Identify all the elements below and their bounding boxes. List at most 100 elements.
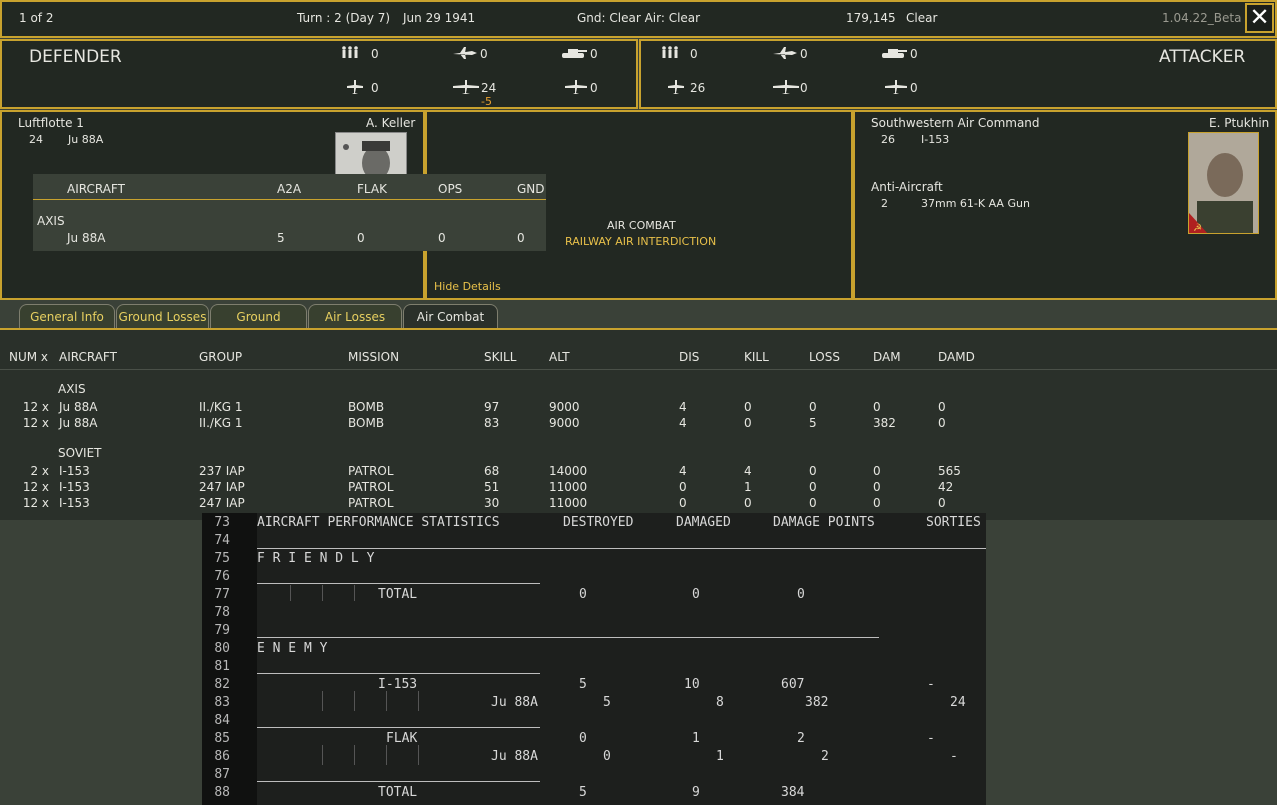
- turn-label: Turn : 2 (Day 7): [297, 11, 391, 25]
- grid-cell-dam: 0: [873, 480, 881, 494]
- enemy-flak-label: FLAK: [386, 731, 418, 746]
- tab-general-info[interactable]: General Info: [19, 304, 115, 328]
- line-number: 79: [214, 623, 230, 638]
- grid-cell-loss: 5: [809, 416, 817, 430]
- line-number: 85: [214, 731, 230, 746]
- grid-col-damd[interactable]: DAMD: [938, 350, 975, 364]
- grid-cell-aircraft[interactable]: Ju 88A: [59, 416, 97, 430]
- grid-col-aircraft[interactable]: AIRCRAFT: [59, 350, 117, 364]
- grid-col-mission[interactable]: MISSION: [348, 350, 399, 364]
- grid-cell-alt: 11000: [549, 496, 588, 510]
- row-flak: 0: [357, 231, 365, 245]
- grid-col-num[interactable]: NUM x: [9, 350, 48, 364]
- aa-icon: [347, 80, 363, 97]
- grid-cell-num: 12 x: [22, 480, 49, 494]
- grid-cell-num: 12 x: [22, 496, 49, 510]
- side-axis: AXIS: [37, 214, 65, 228]
- grid-cell-damd: 0: [938, 496, 946, 510]
- grid-cell-dis: 4: [679, 400, 687, 414]
- enemy-flak-destroyed: 0: [579, 731, 587, 746]
- right-command-name: Southwestern Air Command: [871, 116, 1040, 130]
- grid-cell-group[interactable]: 247 IAP: [199, 496, 245, 510]
- grid-col-group[interactable]: GROUP: [199, 350, 242, 364]
- grid-cell-aircraft[interactable]: I-153: [59, 496, 90, 510]
- grid-header-divider: [0, 369, 1277, 370]
- console-header: AIRCRAFT PERFORMANCE STATISTICS: [257, 515, 500, 530]
- grid-col-alt[interactable]: ALT: [549, 350, 570, 364]
- page-indicator[interactable]: 1 of 2: [19, 11, 53, 25]
- left-leader-name: A. Keller: [366, 116, 416, 130]
- grid-cell-group[interactable]: II./KG 1: [199, 400, 243, 414]
- grid-col-dam[interactable]: DAM: [873, 350, 901, 364]
- aa-gun-type: 37mm 61-K AA Gun: [921, 197, 1030, 210]
- line-number: 88: [214, 785, 230, 800]
- defender-fighter-count: 0: [480, 47, 488, 61]
- enemy-i153-destroyed: 5: [579, 677, 587, 692]
- col-destroyed: DESTROYED: [563, 515, 634, 530]
- grid-cell-skill: 51: [484, 480, 500, 494]
- tab-ground-losses[interactable]: Ground Losses: [116, 304, 209, 328]
- tree-guide: [386, 691, 387, 711]
- infantry-icon: [341, 46, 359, 63]
- tab-ground-combat[interactable]: Ground Combat: [210, 304, 307, 348]
- col-damaged: DAMAGED: [676, 515, 731, 530]
- grid-cell-group[interactable]: II./KG 1: [199, 416, 243, 430]
- grid-side-axis: AXIS: [58, 382, 86, 396]
- divider-line: [257, 673, 540, 674]
- aa-icon: [668, 80, 684, 97]
- enemy-flak-points: 2: [797, 731, 805, 746]
- tree-guide: [322, 585, 323, 601]
- hex-coords: 179,145: [846, 11, 896, 25]
- grid-cell-damd: 565: [938, 464, 961, 478]
- grid-cell-group[interactable]: 237 IAP: [199, 464, 245, 478]
- right-leader-portrait[interactable]: ☭: [1188, 132, 1259, 234]
- enemy-i153-sub-damaged: 8: [716, 695, 724, 710]
- defender-bomber-count: 24: [481, 81, 497, 95]
- divider-line: [257, 637, 879, 638]
- divider-line: [257, 548, 986, 549]
- grid-cell-alt: 9000: [549, 400, 580, 414]
- attacker-fighter-count: 0: [800, 47, 808, 61]
- left-command-name: Luftflotte 1: [18, 116, 84, 130]
- line-number: 86: [214, 749, 230, 764]
- left-leader-portrait[interactable]: [335, 132, 407, 176]
- grid-cell-dis: 4: [679, 464, 687, 478]
- tree-guide: [322, 691, 323, 711]
- line-number: 81: [214, 659, 230, 674]
- enemy-i153-sub-sorties: 24: [950, 695, 966, 710]
- hide-details-link[interactable]: Hide Details: [434, 280, 501, 293]
- grid-col-dis[interactable]: DIS: [679, 350, 699, 364]
- infantry-icon: [661, 46, 679, 63]
- grid-cell-aircraft[interactable]: I-153: [59, 480, 90, 494]
- tree-guide: [354, 745, 355, 765]
- enemy-flak-sub-destroyed: 0: [603, 749, 611, 764]
- friendly-total-points: 0: [797, 587, 805, 602]
- grid-cell-loss: 0: [809, 400, 817, 414]
- terrain-label: Clear: [906, 11, 938, 25]
- row-gnd: 0: [517, 231, 525, 245]
- grid-col-kill[interactable]: KILL: [744, 350, 769, 364]
- tab-air-combat[interactable]: Air Combat: [403, 304, 498, 328]
- grid-cell-mission: PATROL: [348, 480, 394, 494]
- grid-cell-aircraft[interactable]: I-153: [59, 464, 90, 478]
- enemy-i153-sorties: -: [927, 677, 935, 692]
- row-ops: 0: [438, 231, 446, 245]
- defender-label: DEFENDER: [29, 47, 122, 67]
- friendly-total-destroyed: 0: [579, 587, 587, 602]
- attacker-label: ATTACKER: [1159, 47, 1246, 67]
- right-leader-name: E. Ptukhin: [1209, 116, 1270, 130]
- close-button[interactable]: ✕: [1245, 3, 1274, 33]
- grid-cell-kill: 0: [744, 400, 752, 414]
- grid-cell-dam: 0: [873, 464, 881, 478]
- tab-air-losses[interactable]: Air Losses: [308, 304, 402, 328]
- divider-line: [257, 781, 540, 782]
- line-number: 80: [214, 641, 230, 656]
- grid-cell-group[interactable]: 247 IAP: [199, 480, 245, 494]
- grid-col-loss[interactable]: LOSS: [809, 350, 840, 364]
- enemy-i153-sub-destroyed: 5: [603, 695, 611, 710]
- col-flak: FLAK: [357, 182, 387, 196]
- attacker-aa-count: 26: [690, 81, 706, 95]
- grid-cell-aircraft[interactable]: Ju 88A: [59, 400, 97, 414]
- grid-cell-alt: 9000: [549, 416, 580, 430]
- grid-col-skill[interactable]: SKILL: [484, 350, 516, 364]
